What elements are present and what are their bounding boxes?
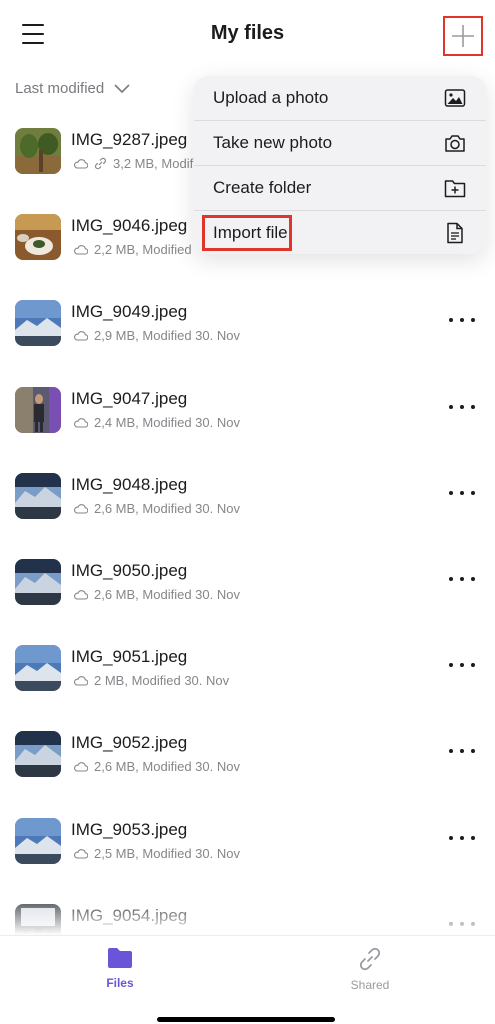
link-icon [94,157,107,170]
file-meta-text: 2,6 MB, Modified 30. Nov [94,587,240,602]
cloud-icon [74,762,88,772]
more-options-icon[interactable] [449,918,475,930]
menu-item-label: Upload a photo [213,88,329,107]
file-meta: 2,4 MB, Modified 30. Nov [73,415,240,430]
more-options-icon[interactable] [449,314,475,326]
tab-bar: Files Shared [0,935,495,1024]
file-name: IMG_9046.jpeg [71,216,188,235]
file-meta: 2 MB, Modified 30. Nov [73,673,229,688]
add-menu: Upload a photo Take new photo Create fol… [194,76,486,254]
cloud-icon [74,504,88,514]
file-row[interactable]: IMG_9050.jpeg 2,6 MB, Modified 30. Nov [0,559,495,645]
menu-item-label: Take new photo [213,133,333,152]
file-meta-text: 2,9 MB, Modified 30. Nov [94,328,240,343]
file-meta: 2,6 MB, Modified 30. Nov [73,587,240,602]
chevron-down-icon [114,83,130,93]
file-meta-text: 2,4 MB, Modified 30. Nov [94,415,240,430]
file-meta-text: 2,2 MB, Modified [94,242,192,257]
file-thumbnail [15,128,61,174]
file-row[interactable]: IMG_9051.jpeg 2 MB, Modified 30. Nov [0,645,495,731]
file-meta-text: 2,5 MB, Modified 30. Nov [94,846,240,861]
plus-icon [452,25,474,47]
file-meta: 2,2 MB, Modified [73,242,192,257]
sort-label: Last modified [15,80,105,97]
menu-item-upload-photo[interactable]: Upload a photo [194,76,486,120]
more-options-icon[interactable] [449,487,475,499]
cloud-icon [74,849,88,859]
more-options-icon[interactable] [449,832,475,844]
file-name: IMG_9049.jpeg [71,302,188,321]
file-thumbnail [15,645,61,691]
file-thumbnail [15,559,61,605]
document-icon [447,222,463,244]
sort-selector[interactable]: Last modified [15,80,130,97]
folder-plus-icon [444,180,466,198]
file-name: IMG_9053.jpeg [71,820,188,839]
more-options-icon[interactable] [449,659,475,671]
file-name: IMG_9051.jpeg [71,647,188,666]
file-name: IMG_9048.jpeg [71,475,188,494]
file-meta: 2,6 MB, Modified 30. Nov [73,759,240,774]
file-meta-text: 2,6 MB, Modified 30. Nov [94,759,240,774]
file-meta-text: 2 MB, Modified 30. Nov [94,673,230,688]
file-thumbnail [15,818,61,864]
file-thumbnail [15,300,61,346]
file-meta: 2,9 MB, Modified 30. Nov [73,328,240,343]
menu-item-create-folder[interactable]: Create folder [194,166,486,210]
cloud-icon [74,590,88,600]
file-name: IMG_9287.jpeg [71,130,188,149]
file-row[interactable]: IMG_9053.jpeg 2,5 MB, Modified 30. Nov [0,818,495,904]
page-title: My files [210,22,285,44]
top-bar: My files [0,0,495,70]
cloud-icon [74,245,88,255]
file-thumbnail [15,731,61,777]
tab-label: Files [106,976,134,990]
cloud-icon [74,159,88,169]
file-thumbnail [15,387,61,433]
cloud-icon [74,676,88,686]
add-button[interactable] [443,16,483,56]
link-icon [359,947,381,971]
menu-item-import-file[interactable]: Import file [194,211,486,255]
more-options-icon[interactable] [449,401,475,413]
file-meta: 2,6 MB, Modified 30. Nov [73,501,240,516]
file-row[interactable]: IMG_9052.jpeg 2,6 MB, Modified 30. Nov [0,731,495,817]
more-options-icon[interactable] [449,745,475,757]
file-thumbnail [15,473,61,519]
tab-label: Shared [350,978,390,992]
file-name: IMG_9054.jpeg [71,906,188,925]
menu-item-label: Import file [213,223,288,242]
tab-shared[interactable]: Shared [330,946,410,992]
menu-item-label: Create folder [213,178,312,197]
cloud-icon [74,331,88,341]
cloud-icon [74,418,88,428]
more-options-icon[interactable] [449,573,475,585]
tab-files[interactable]: Files [80,946,160,990]
folder-icon [108,948,132,968]
image-icon [444,89,466,107]
file-meta-text: 2,6 MB, Modified 30. Nov [94,501,240,516]
file-name: IMG_9052.jpeg [71,733,188,752]
file-name: IMG_9050.jpeg [71,561,188,580]
file-name: IMG_9047.jpeg [71,389,188,408]
file-thumbnail [15,214,61,260]
file-row[interactable]: IMG_9048.jpeg 2,6 MB, Modified 30. Nov [0,473,495,559]
home-indicator [157,1017,335,1022]
file-meta: 3,2 MB, Modified [73,156,211,171]
file-row[interactable]: IMG_9049.jpeg 2,9 MB, Modified 30. Nov [0,300,495,386]
file-row[interactable]: IMG_9047.jpeg 2,4 MB, Modified 30. Nov [0,387,495,473]
menu-item-take-photo[interactable]: Take new photo [194,121,486,165]
camera-icon [445,135,465,152]
file-meta: 2,5 MB, Modified 30. Nov [73,846,240,861]
